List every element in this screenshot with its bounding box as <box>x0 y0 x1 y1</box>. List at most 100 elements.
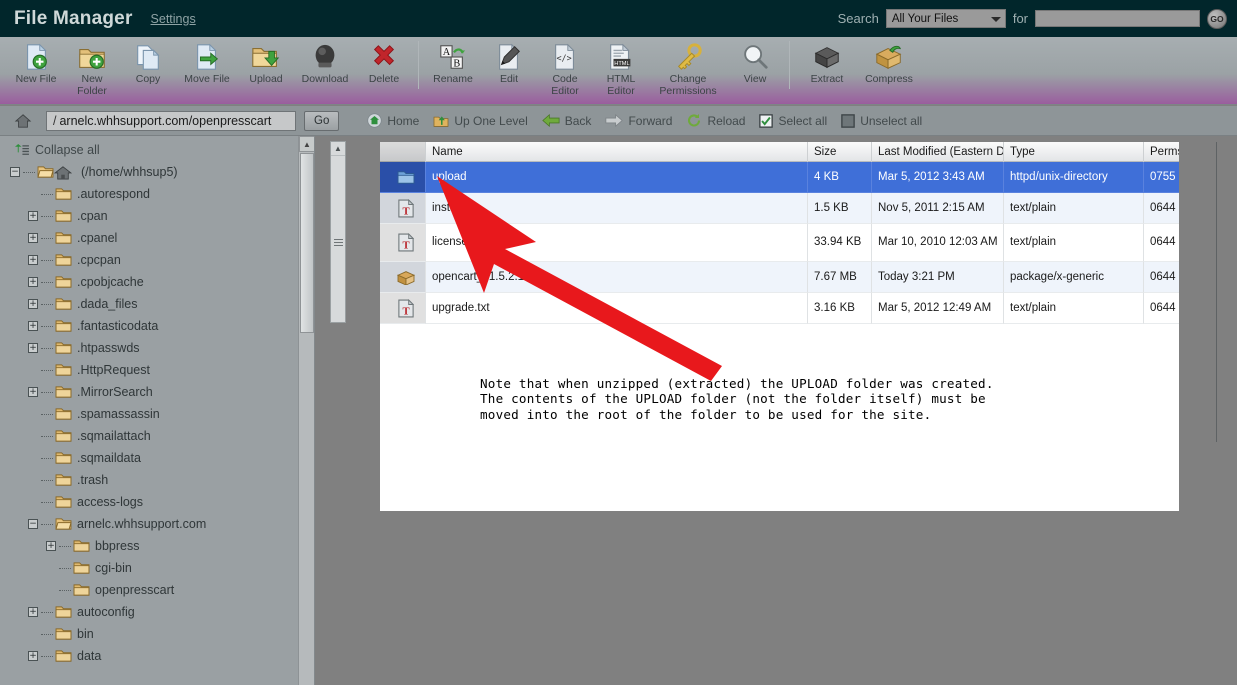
toolbar-label: Upload <box>249 74 282 86</box>
path-go-button[interactable]: Go <box>304 111 339 131</box>
text-file-icon: T <box>398 299 414 318</box>
nav-unselect-all[interactable]: Unselect all <box>841 114 922 128</box>
expand-icon[interactable]: + <box>28 211 38 221</box>
toolbar-change-permissions[interactable]: Change Permissions <box>649 37 727 97</box>
nav-home[interactable]: Home <box>367 113 419 128</box>
svg-text:T: T <box>402 206 409 217</box>
tree-item[interactable]: .sqmaildata <box>10 447 314 469</box>
toolbar-compress[interactable]: Compress <box>858 37 920 86</box>
tree-item[interactable]: +data <box>10 645 314 667</box>
expand-icon[interactable]: + <box>28 299 38 309</box>
table-row[interactable]: Tlicense.txt33.94 KBMar 10, 2010 12:03 A… <box>380 224 1218 262</box>
nav-forward[interactable]: Forward <box>605 114 672 128</box>
scroll-up-arrow-icon[interactable]: ▲ <box>331 142 345 156</box>
tree-item[interactable]: +autoconfig <box>10 601 314 623</box>
table-row[interactable]: Tinstall.txt1.5 KBNov 5, 2011 2:15 AMtex… <box>380 193 1218 224</box>
toolbar-upload[interactable]: Upload <box>238 37 294 86</box>
nav-reload[interactable]: Reload <box>686 113 745 128</box>
scroll-thumb-grip[interactable] <box>334 237 343 247</box>
tree-item[interactable]: openpresscart <box>10 579 314 601</box>
tree-item[interactable]: +.cpobjcache <box>10 271 314 293</box>
copy-icon <box>133 42 163 72</box>
collapse-icon[interactable]: − <box>28 519 38 529</box>
table-row[interactable]: Tupgrade.txt3.16 KBMar 5, 2012 12:49 AMt… <box>380 293 1218 324</box>
toolbar-move-file[interactable]: Move File <box>176 37 238 86</box>
expand-icon[interactable]: + <box>28 387 38 397</box>
tree-item[interactable]: +.cpcpan <box>10 249 314 271</box>
tree-item[interactable]: access-logs <box>10 491 314 513</box>
nav-up-one-level[interactable]: Up One Level <box>433 114 527 128</box>
expand-icon[interactable]: + <box>28 233 38 243</box>
toolbar-rename[interactable]: A B Rename <box>425 37 481 86</box>
toolbar-download[interactable]: Download <box>294 37 356 86</box>
tree-item[interactable]: +.MirrorSearch <box>10 381 314 403</box>
column-header-modified[interactable]: Last Modified (Eastern Da <box>872 142 1004 162</box>
nav-label: Forward <box>628 114 672 128</box>
tree-item[interactable]: +.cpanel <box>10 227 314 249</box>
table-row[interactable]: opencart_v1.5.2.1.zip7.67 MBToday 3:21 P… <box>380 262 1218 293</box>
folder-icon <box>55 297 72 311</box>
expand-icon[interactable]: + <box>28 651 38 661</box>
tree-item-icon <box>55 473 72 487</box>
column-header-size[interactable]: Size <box>808 142 872 162</box>
upload-icon <box>251 42 281 72</box>
tree-item[interactable]: .trash <box>10 469 314 491</box>
row-type: text/plain <box>1004 193 1144 224</box>
row-modified: Nov 5, 2011 2:15 AM <box>872 193 1004 224</box>
tree-item[interactable]: .autorespond <box>10 183 314 205</box>
tree-connector <box>59 590 71 591</box>
row-name[interactable]: upgrade.txt <box>426 293 808 324</box>
tree-item[interactable]: +.cpan <box>10 205 314 227</box>
filelist-scrollbar[interactable]: ▲ <box>330 141 346 323</box>
sidebar-scroll-thumb[interactable] <box>300 153 314 333</box>
tree-item[interactable]: −arnelc.whhsupport.com <box>10 513 314 535</box>
row-name[interactable]: opencart_v1.5.2.1.zip <box>426 262 808 293</box>
search-go-button[interactable]: GO <box>1207 9 1227 29</box>
toolbar-view[interactable]: View <box>727 37 783 86</box>
path-input[interactable]: / arnelc.whhsupport.com/openpresscart <box>46 111 296 131</box>
tree-item[interactable]: .sqmailattach <box>10 425 314 447</box>
toolbar-copy[interactable]: Copy <box>120 37 176 86</box>
expand-icon[interactable]: + <box>46 541 56 551</box>
search-scope-select[interactable]: All Your Files <box>886 9 1006 28</box>
tree-item[interactable]: +.htpasswds <box>10 337 314 359</box>
expand-icon[interactable]: + <box>28 321 38 331</box>
toolbar-code-editor[interactable]: </> Code Editor <box>537 37 593 97</box>
toolbar-edit[interactable]: Edit <box>481 37 537 86</box>
expand-icon[interactable]: + <box>28 343 38 353</box>
column-header-icon <box>380 142 426 162</box>
toolbar-new-folder[interactable]: New Folder <box>64 37 120 97</box>
toolbar-new-file[interactable]: New File <box>8 37 64 86</box>
table-row[interactable]: upload4 KBMar 5, 2012 3:43 AMhttpd/unix-… <box>380 162 1218 193</box>
row-name[interactable]: install.txt <box>426 193 808 224</box>
folder-open-icon <box>37 165 54 179</box>
tree-item[interactable]: +.dada_files <box>10 293 314 315</box>
column-header-type[interactable]: Type <box>1004 142 1144 162</box>
collapse-all-button[interactable]: Collapse all <box>0 136 314 161</box>
tree-item[interactable]: +bbpress <box>10 535 314 557</box>
expand-icon[interactable]: + <box>28 255 38 265</box>
tree-item[interactable]: .HttpRequest <box>10 359 314 381</box>
toolbar-extract[interactable]: Extract <box>796 37 858 86</box>
row-name[interactable]: license.txt <box>426 224 808 262</box>
tree-item[interactable]: +.fantasticodata <box>10 315 314 337</box>
settings-link[interactable]: Settings <box>151 12 196 26</box>
scroll-up-arrow-icon[interactable]: ▲ <box>299 136 315 152</box>
tree-item[interactable]: −(/home/whhsup5) <box>10 161 314 183</box>
toolbar-html-editor[interactable]: HTML HTML Editor <box>593 37 649 97</box>
sidebar-scrollbar[interactable]: ▲ <box>298 136 314 685</box>
tree-item[interactable]: cgi-bin <box>10 557 314 579</box>
nav-select-all[interactable]: Select all <box>759 114 827 128</box>
toolbar-delete[interactable]: Delete <box>356 37 412 86</box>
search-input[interactable] <box>1035 10 1200 27</box>
path-slash: / <box>53 114 56 128</box>
collapse-icon[interactable]: − <box>10 167 20 177</box>
expand-icon[interactable]: + <box>28 277 38 287</box>
expand-icon[interactable]: + <box>28 607 38 617</box>
tree-item[interactable]: bin <box>10 623 314 645</box>
row-name[interactable]: upload <box>426 162 808 193</box>
nav-back[interactable]: Back <box>542 114 592 128</box>
column-header-name[interactable]: Name <box>426 142 808 162</box>
tree-item[interactable]: .spamassassin <box>10 403 314 425</box>
archive-file-icon <box>396 269 416 285</box>
